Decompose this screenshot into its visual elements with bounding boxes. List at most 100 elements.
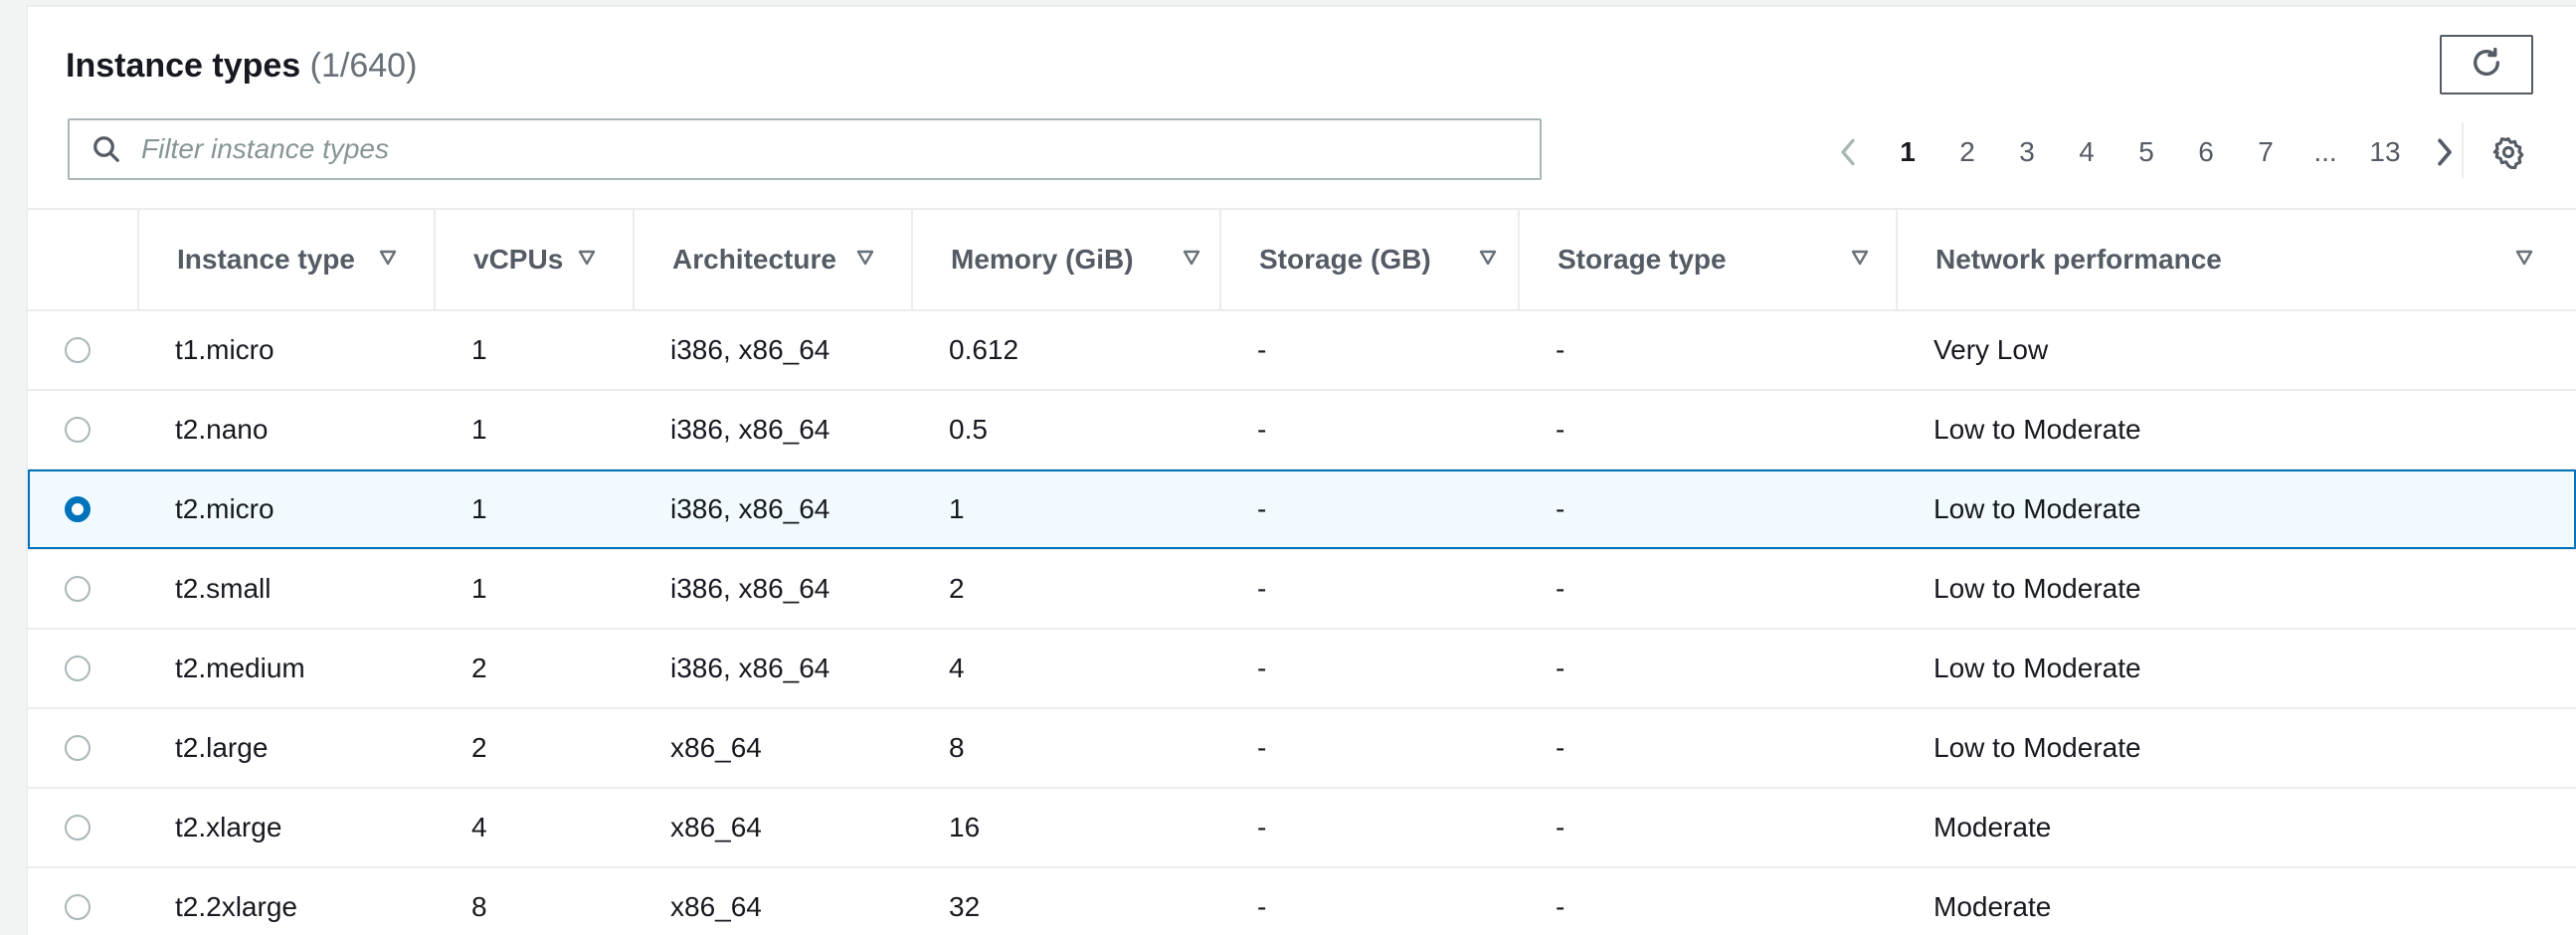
row-radio-button[interactable] (65, 337, 91, 363)
title-text: Instance types (66, 47, 301, 85)
cell-instance-type: t2.medium (175, 653, 305, 683)
sort-icon (379, 250, 397, 266)
cell-architecture: x86_64 (670, 812, 762, 842)
column-header-instance-type[interactable]: Instance type (137, 209, 434, 310)
chevron-left-icon (1841, 138, 1855, 166)
cell-memory: 0.612 (949, 334, 1019, 365)
cell-network-performance: Very Low (1933, 334, 2049, 365)
refresh-button[interactable] (2440, 35, 2533, 94)
row-radio-button[interactable] (65, 576, 91, 602)
cell-network-performance: Moderate (1933, 891, 2052, 922)
cell-architecture: x86_64 (670, 732, 762, 763)
cell-network-performance: Low to Moderate (1933, 573, 2141, 604)
panel-header: Instance types (1/640) Filter instance t… (28, 7, 2576, 208)
cell-storage-type: - (1556, 573, 1565, 604)
row-select-cell (28, 390, 137, 469)
cell-storage: - (1257, 732, 1267, 763)
cell-storage: - (1257, 493, 1267, 524)
row-select-cell (28, 867, 137, 935)
cell-memory: 0.5 (949, 414, 988, 445)
column-header-storage[interactable]: Storage (GB) (1219, 209, 1518, 310)
row-select-cell (28, 549, 137, 629)
cell-storage: - (1257, 653, 1267, 683)
table-row[interactable]: t1.micro 1 i386, x86_64 0.612 - - Very L… (28, 310, 2576, 390)
cell-memory: 8 (949, 732, 965, 763)
cell-instance-type: t2.2xlarge (175, 891, 297, 922)
cell-storage: - (1257, 812, 1267, 842)
table-row[interactable]: t2.2xlarge 8 x86_64 32 - - Moderate (28, 867, 2576, 935)
table-row[interactable]: t2.large 2 x86_64 8 - - Low to Moderate (28, 708, 2576, 788)
column-header-vcpus[interactable]: vCPUs (434, 209, 633, 310)
cell-instance-type: t2.small (175, 573, 272, 604)
cell-storage-type: - (1556, 493, 1565, 524)
column-header-memory[interactable]: Memory (GiB) (911, 209, 1219, 310)
table-header-row: Instance type vCPUs Architecture Memory … (28, 209, 2576, 310)
table-row[interactable]: t2.small 1 i386, x86_64 2 - - Low to Mod… (28, 549, 2576, 629)
row-radio-button[interactable] (65, 655, 91, 681)
page-4-button[interactable]: 4 (2057, 136, 2116, 168)
cell-vcpus: 1 (471, 573, 487, 604)
page-5-button[interactable]: 5 (2116, 136, 2176, 168)
cell-architecture: i386, x86_64 (670, 334, 830, 365)
cell-storage: - (1257, 891, 1267, 922)
row-radio-button[interactable] (65, 815, 91, 841)
cell-architecture: i386, x86_64 (670, 493, 830, 524)
table-row[interactable]: t2.nano 1 i386, x86_64 0.5 - - Low to Mo… (28, 390, 2576, 469)
cell-instance-type: t2.xlarge (175, 812, 282, 842)
cell-memory: 16 (949, 812, 981, 842)
refresh-icon (2470, 46, 2503, 85)
table-row[interactable]: t2.medium 2 i386, x86_64 4 - - Low to Mo… (28, 629, 2576, 708)
cell-architecture: x86_64 (670, 891, 762, 922)
page-1-button[interactable]: 1 (1878, 136, 1937, 168)
sort-icon (2515, 250, 2533, 266)
cell-network-performance: Low to Moderate (1933, 414, 2141, 445)
cell-vcpus: 2 (471, 732, 487, 763)
cell-storage-type: - (1556, 812, 1565, 842)
cell-memory: 32 (949, 891, 981, 922)
page-7-button[interactable]: 7 (2236, 136, 2296, 168)
previous-page-button[interactable] (1818, 126, 1878, 178)
column-header-storage-type[interactable]: Storage type (1518, 209, 1896, 310)
sort-icon (1183, 250, 1200, 266)
page-13-button[interactable]: 13 (2355, 136, 2415, 168)
cell-network-performance: Low to Moderate (1933, 493, 2141, 524)
row-radio-button-checked[interactable] (65, 496, 91, 522)
cell-storage-type: - (1556, 653, 1565, 683)
filter-instance-types-input[interactable] (139, 132, 1516, 166)
page-2-button[interactable]: 2 (1937, 136, 1997, 168)
sort-icon (1851, 250, 1869, 266)
sort-icon (578, 250, 596, 266)
cell-instance-type: t2.large (175, 732, 269, 763)
table-row-selected[interactable]: t2.micro 1 i386, x86_64 1 - - Low to Mod… (28, 469, 2576, 549)
row-select-cell (28, 469, 137, 549)
selection-count: (1/640) (309, 47, 418, 85)
page-6-button[interactable]: 6 (2176, 136, 2236, 168)
cell-storage-type: - (1556, 414, 1565, 445)
cell-vcpus: 1 (471, 493, 487, 524)
cell-architecture: i386, x86_64 (670, 414, 830, 445)
table-row[interactable]: t2.xlarge 4 x86_64 16 - - Moderate (28, 788, 2576, 867)
chevron-right-icon (2438, 138, 2452, 166)
cell-instance-type: t2.micro (175, 493, 275, 524)
cell-memory: 1 (949, 493, 965, 524)
select-column-header (28, 209, 137, 310)
row-radio-button[interactable] (65, 735, 91, 761)
pagination: 1 2 3 4 5 6 7 ... 13 (1818, 126, 2475, 178)
row-radio-button[interactable] (65, 894, 91, 920)
page-ellipsis: ... (2313, 136, 2337, 167)
cell-storage-type: - (1556, 732, 1565, 763)
column-header-architecture[interactable]: Architecture (633, 209, 911, 310)
column-header-network-performance[interactable]: Network performance (1896, 209, 2576, 310)
cell-architecture: i386, x86_64 (670, 573, 830, 604)
row-select-cell (28, 708, 137, 788)
gear-icon (2492, 136, 2524, 169)
cell-vcpus: 8 (471, 891, 487, 922)
instance-types-table: Instance type vCPUs Architecture Memory … (28, 208, 2576, 935)
cell-network-performance: Low to Moderate (1933, 732, 2141, 763)
row-radio-button[interactable] (65, 417, 91, 443)
preferences-button[interactable] (2484, 128, 2532, 176)
filter-search-box[interactable] (68, 118, 1542, 180)
row-select-cell (28, 629, 137, 708)
page-3-button[interactable]: 3 (1997, 136, 2057, 168)
next-page-button[interactable] (2415, 126, 2475, 178)
